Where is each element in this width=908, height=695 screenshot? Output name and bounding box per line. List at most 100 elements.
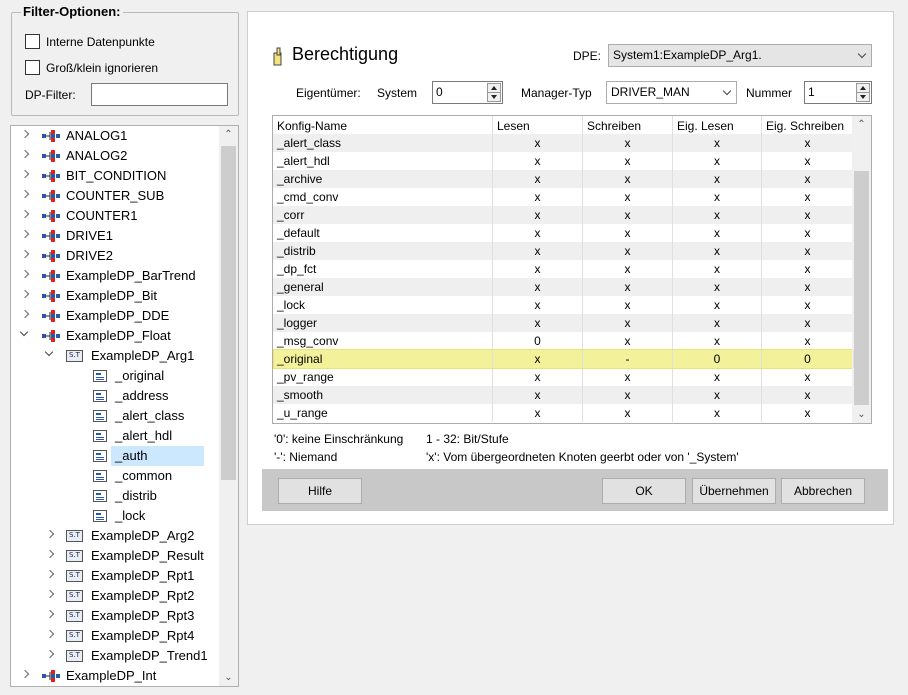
- table-row[interactable]: _original x -0 0: [273, 350, 854, 368]
- tree-item-exampledp-dde[interactable]: ExampleDP_DDE: [11, 306, 220, 326]
- table-cell-own-write: x: [762, 404, 854, 422]
- table-cell-read: x: [493, 386, 583, 404]
- chevron-right-icon[interactable]: [44, 549, 56, 561]
- column-header-config-name[interactable]: Konfig-Name: [273, 116, 493, 136]
- tree-item-exampledp-int[interactable]: ExampleDP_Int: [11, 666, 220, 686]
- table-row[interactable]: _dp_fct x x x x: [273, 260, 854, 278]
- column-header-write[interactable]: Schreiben: [583, 116, 673, 136]
- tree-item-address[interactable]: _address: [11, 386, 220, 406]
- help-button[interactable]: Hilfe: [278, 478, 362, 504]
- datapoint-tree[interactable]: ANALOG1 ANALOG2 BIT_CONDITION COUNTER_SUB CO…: [10, 125, 239, 687]
- chevron-right-icon[interactable]: [19, 269, 31, 281]
- table-row[interactable]: _alert_hdl x x x x: [273, 152, 854, 170]
- tree-item-counter-sub[interactable]: COUNTER_SUB: [11, 186, 220, 206]
- table-cell-own-read: x: [673, 278, 762, 296]
- tree-item-alert-class[interactable]: _alert_class: [11, 406, 220, 426]
- table-cell-read: x: [493, 134, 583, 152]
- table-row[interactable]: _smooth x x x x: [273, 386, 854, 404]
- tree-item-auth[interactable]: _auth: [11, 446, 220, 466]
- table-row[interactable]: _corr x x x x: [273, 206, 854, 224]
- chevron-right-icon[interactable]: [44, 589, 56, 601]
- scroll-down-icon[interactable]: ⌄: [852, 406, 871, 423]
- table-cell-own-write: x: [762, 170, 854, 188]
- ok-button[interactable]: OK: [602, 478, 686, 504]
- chevron-right-icon[interactable]: [44, 649, 56, 661]
- scroll-down-icon[interactable]: ⌄: [219, 669, 238, 686]
- tree-item-label: ExampleDP_Arg2: [91, 528, 195, 543]
- dpe-select[interactable]: System1:ExampleDP_Arg1.: [608, 44, 872, 67]
- chevron-right-icon[interactable]: [19, 189, 31, 201]
- tree-item-lock[interactable]: _lock: [11, 506, 220, 526]
- column-header-own-write[interactable]: Eig. Schreiben: [762, 116, 854, 136]
- internal-datapoints-label: Interne Datenpunkte: [46, 35, 155, 49]
- tree-item-exampledp-rpt1[interactable]: S.T ExampleDP_Rpt1: [11, 566, 220, 586]
- tree-item-drive2[interactable]: DRIVE2: [11, 246, 220, 266]
- tree-item-exampledp-arg1[interactable]: S.T ExampleDP_Arg1: [11, 346, 220, 366]
- tree-item-exampledp-float[interactable]: ExampleDP_Float: [11, 326, 220, 346]
- tree-item-original[interactable]: _original: [11, 366, 220, 386]
- chevron-right-icon[interactable]: [44, 529, 56, 541]
- chevron-right-icon[interactable]: [19, 289, 31, 301]
- tree-item-common[interactable]: _common: [11, 466, 220, 486]
- tree-scrollbar[interactable]: ⌃ ⌄: [219, 126, 238, 686]
- tree-item-exampledp-arg2[interactable]: S.T ExampleDP_Arg2: [11, 526, 220, 546]
- chevron-right-icon[interactable]: [44, 609, 56, 621]
- column-header-read[interactable]: Lesen: [493, 116, 583, 136]
- chevron-down-icon[interactable]: [19, 329, 31, 341]
- tree-item-counter1[interactable]: COUNTER1: [11, 206, 220, 226]
- tree-item-analog1[interactable]: ANALOG1: [11, 126, 220, 146]
- table-row[interactable]: _lock x x x x: [273, 296, 854, 314]
- chevron-right-icon[interactable]: [19, 209, 31, 221]
- chevron-right-icon[interactable]: [19, 129, 31, 141]
- scrollbar-thumb[interactable]: [221, 146, 236, 480]
- system-spinbox[interactable]: 0: [432, 81, 503, 104]
- table-row[interactable]: _default x x x x: [273, 224, 854, 242]
- tree-item-label: ExampleDP_DDE: [66, 308, 170, 323]
- tree-item-exampledp-rpt4[interactable]: S.T ExampleDP_Rpt4: [11, 626, 220, 646]
- table-row[interactable]: _u_range x x x x: [273, 404, 854, 422]
- chevron-right-icon[interactable]: [19, 309, 31, 321]
- table-row[interactable]: _distrib x x x x: [273, 242, 854, 260]
- column-header-own-read[interactable]: Eig. Lesen: [673, 116, 762, 136]
- table-cell-own-write: x: [762, 242, 854, 260]
- scroll-up-icon[interactable]: ⌃: [852, 116, 871, 133]
- chevron-right-icon[interactable]: [19, 149, 31, 161]
- scrollbar-thumb[interactable]: [854, 171, 869, 405]
- chevron-right-icon[interactable]: [19, 669, 31, 681]
- table-row[interactable]: _logger x x x x: [273, 314, 854, 332]
- apply-button[interactable]: Übernehmen: [692, 478, 776, 504]
- chevron-right-icon[interactable]: [19, 229, 31, 241]
- ignore-case-checkbox[interactable]: [25, 60, 40, 75]
- dp-filter-input[interactable]: [91, 83, 228, 106]
- datapoint-icon: [42, 670, 60, 682]
- chevron-right-icon[interactable]: [44, 629, 56, 641]
- chevron-right-icon[interactable]: [19, 169, 31, 181]
- tree-item-exampledp-bartrend[interactable]: ExampleDP_BarTrend: [11, 266, 220, 286]
- tree-item-bit-condition[interactable]: BIT_CONDITION: [11, 166, 220, 186]
- chevron-down-icon[interactable]: [44, 349, 56, 361]
- tree-item-analog2[interactable]: ANALOG2: [11, 146, 220, 166]
- tree-item-exampledp-result[interactable]: S.T ExampleDP_Result: [11, 546, 220, 566]
- tree-item-distrib[interactable]: _distrib: [11, 486, 220, 506]
- tree-item-exampledp-trend1[interactable]: S.T ExampleDP_Trend1: [11, 646, 220, 666]
- tree-item-exampledp-rpt2[interactable]: S.T ExampleDP_Rpt2: [11, 586, 220, 606]
- table-row[interactable]: _pv_range x x x x: [273, 368, 854, 386]
- table-row[interactable]: _msg_conv 0 x x x: [273, 332, 854, 350]
- chevron-right-icon[interactable]: [44, 569, 56, 581]
- table-row[interactable]: _archive x x x x: [273, 170, 854, 188]
- manager-type-select[interactable]: DRIVER_MAN: [606, 81, 737, 104]
- internal-datapoints-checkbox[interactable]: [25, 34, 40, 49]
- number-spinbox[interactable]: 1: [804, 81, 872, 104]
- tree-item-alert-hdl[interactable]: _alert_hdl: [11, 426, 220, 446]
- table-row[interactable]: _general x x x x: [273, 278, 854, 296]
- table-scrollbar[interactable]: ⌃ ⌄: [852, 116, 871, 423]
- tree-item-exampledp-bit[interactable]: ExampleDP_Bit: [11, 286, 220, 306]
- tree-item-drive1[interactable]: DRIVE1: [11, 226, 220, 246]
- chevron-right-icon[interactable]: [19, 249, 31, 261]
- table-row[interactable]: _cmd_conv x x x x: [273, 188, 854, 206]
- tree-item-exampledp-rpt3[interactable]: S.T ExampleDP_Rpt3: [11, 606, 220, 626]
- permissions-table[interactable]: Konfig-Name Lesen Schreiben Eig. Lesen Eig. …: [272, 115, 872, 424]
- table-row[interactable]: _alert_class x x x x: [273, 134, 854, 152]
- cancel-button[interactable]: Abbrechen: [781, 478, 865, 504]
- scroll-up-icon[interactable]: ⌃: [219, 126, 238, 143]
